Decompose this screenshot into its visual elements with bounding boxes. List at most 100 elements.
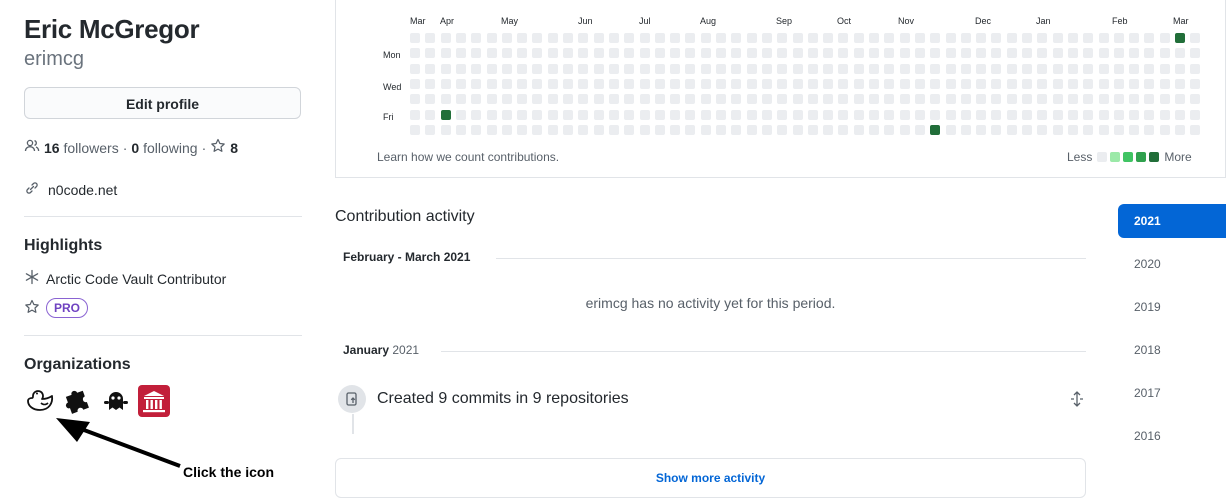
- contribution-day-cell[interactable]: [900, 125, 910, 135]
- contribution-day-cell[interactable]: [1083, 125, 1093, 135]
- contribution-day-cell[interactable]: [517, 79, 527, 89]
- contribution-day-cell[interactable]: [976, 94, 986, 104]
- contribution-day-cell[interactable]: [823, 125, 833, 135]
- contribution-day-cell[interactable]: [869, 33, 879, 43]
- contribution-day-cell[interactable]: [793, 94, 803, 104]
- contribution-day-cell[interactable]: [425, 110, 435, 120]
- contribution-day-cell[interactable]: [502, 48, 512, 58]
- contribution-day-cell[interactable]: [747, 33, 757, 43]
- contribution-day-cell[interactable]: [1114, 64, 1124, 74]
- contribution-day-cell[interactable]: [578, 64, 588, 74]
- contribution-day-cell[interactable]: [701, 33, 711, 43]
- contribution-day-cell[interactable]: [854, 110, 864, 120]
- contribution-day-cell[interactable]: [563, 110, 573, 120]
- contribution-day-cell[interactable]: [1053, 94, 1063, 104]
- contribution-day-cell[interactable]: [502, 64, 512, 74]
- contribution-day-cell[interactable]: [701, 110, 711, 120]
- contribution-day-cell[interactable]: [1068, 125, 1078, 135]
- contribution-day-cell[interactable]: [624, 94, 634, 104]
- contribution-day-cell[interactable]: [915, 33, 925, 43]
- contribution-day-cell[interactable]: [884, 125, 894, 135]
- contribution-day-cell[interactable]: [456, 33, 466, 43]
- contribution-day-cell[interactable]: [854, 33, 864, 43]
- contribution-day-cell[interactable]: [793, 110, 803, 120]
- contribution-day-cell[interactable]: [777, 125, 787, 135]
- contribution-day-cell[interactable]: [1083, 94, 1093, 104]
- contribution-day-cell[interactable]: [1190, 110, 1200, 120]
- contribution-day-cell[interactable]: [685, 64, 695, 74]
- contribution-day-cell[interactable]: [487, 33, 497, 43]
- contribution-day-cell[interactable]: [976, 48, 986, 58]
- contribution-day-cell[interactable]: [793, 64, 803, 74]
- contribution-day-cell[interactable]: [747, 125, 757, 135]
- contribution-day-cell[interactable]: [1083, 33, 1093, 43]
- contribution-day-cell[interactable]: [410, 110, 420, 120]
- contribution-day-cell[interactable]: [502, 125, 512, 135]
- contribution-day-cell[interactable]: [1175, 125, 1185, 135]
- contribution-day-cell[interactable]: [425, 64, 435, 74]
- contribution-day-cell[interactable]: [1007, 125, 1017, 135]
- contribution-day-cell[interactable]: [701, 79, 711, 89]
- contribution-day-cell[interactable]: [1190, 64, 1200, 74]
- contribution-day-cell[interactable]: [869, 64, 879, 74]
- contribution-day-cell[interactable]: [548, 33, 558, 43]
- contribution-day-cell[interactable]: [441, 48, 451, 58]
- contribution-day-cell[interactable]: [884, 94, 894, 104]
- contribution-day-cell[interactable]: [594, 125, 604, 135]
- contribution-day-cell[interactable]: [670, 79, 680, 89]
- contribution-day-cell[interactable]: [961, 64, 971, 74]
- contribution-day-cell[interactable]: [609, 64, 619, 74]
- contribution-day-cell[interactable]: [1144, 110, 1154, 120]
- contribution-day-cell[interactable]: [762, 125, 772, 135]
- contribution-day-cell[interactable]: [548, 125, 558, 135]
- contribution-day-cell[interactable]: [655, 125, 665, 135]
- contribution-day-cell[interactable]: [991, 110, 1001, 120]
- contribution-day-cell[interactable]: [731, 48, 741, 58]
- contribution-day-cell[interactable]: [900, 48, 910, 58]
- contribution-day-cell[interactable]: [1190, 33, 1200, 43]
- contribution-day-cell[interactable]: [1022, 110, 1032, 120]
- contribution-day-cell[interactable]: [716, 110, 726, 120]
- contribution-day-cell[interactable]: [640, 110, 650, 120]
- contribution-day-cell[interactable]: [410, 33, 420, 43]
- contribution-day-cell[interactable]: [991, 33, 1001, 43]
- contribution-day-cell[interactable]: [1007, 94, 1017, 104]
- contribution-day-cell[interactable]: [502, 110, 512, 120]
- contribution-day-cell[interactable]: [517, 125, 527, 135]
- contribution-day-cell[interactable]: [1037, 33, 1047, 43]
- contribution-day-cell[interactable]: [624, 79, 634, 89]
- contribution-day-cell[interactable]: [884, 110, 894, 120]
- contribution-day-cell[interactable]: [548, 79, 558, 89]
- contribution-day-cell[interactable]: [777, 64, 787, 74]
- contribution-day-cell[interactable]: [747, 94, 757, 104]
- contribution-day-cell[interactable]: [1099, 79, 1109, 89]
- contribution-day-cell[interactable]: [731, 94, 741, 104]
- contribution-day-cell[interactable]: [624, 48, 634, 58]
- contribution-day-cell[interactable]: [1099, 110, 1109, 120]
- contribution-day-cell[interactable]: [884, 33, 894, 43]
- contribution-day-cell[interactable]: [1129, 79, 1139, 89]
- contribution-day-cell[interactable]: [716, 48, 726, 58]
- contribution-day-cell[interactable]: [1129, 125, 1139, 135]
- contribution-day-cell[interactable]: [838, 110, 848, 120]
- contribution-day-cell[interactable]: [1022, 33, 1032, 43]
- contribution-day-cell[interactable]: [793, 125, 803, 135]
- contribution-day-cell[interactable]: [1053, 33, 1063, 43]
- following-link[interactable]: 0 following: [131, 140, 197, 156]
- contribution-day-cell[interactable]: [823, 110, 833, 120]
- year-link-2018[interactable]: 2018: [1118, 333, 1226, 376]
- contribution-day-cell[interactable]: [900, 64, 910, 74]
- contribution-day-cell[interactable]: [1022, 48, 1032, 58]
- contribution-day-cell[interactable]: [976, 110, 986, 120]
- contribution-day-cell[interactable]: [1190, 79, 1200, 89]
- contribution-day-cell[interactable]: [655, 33, 665, 43]
- contribution-day-cell[interactable]: [716, 125, 726, 135]
- contribution-day-cell[interactable]: [548, 48, 558, 58]
- contribution-day-cell[interactable]: [670, 48, 680, 58]
- contribution-day-cell[interactable]: [1068, 48, 1078, 58]
- contribution-day-cell[interactable]: [961, 48, 971, 58]
- contribution-day-cell[interactable]: [471, 94, 481, 104]
- contribution-day-cell[interactable]: [1007, 33, 1017, 43]
- contribution-day-cell[interactable]: [1160, 64, 1170, 74]
- followers-link[interactable]: 16 followers: [44, 140, 119, 156]
